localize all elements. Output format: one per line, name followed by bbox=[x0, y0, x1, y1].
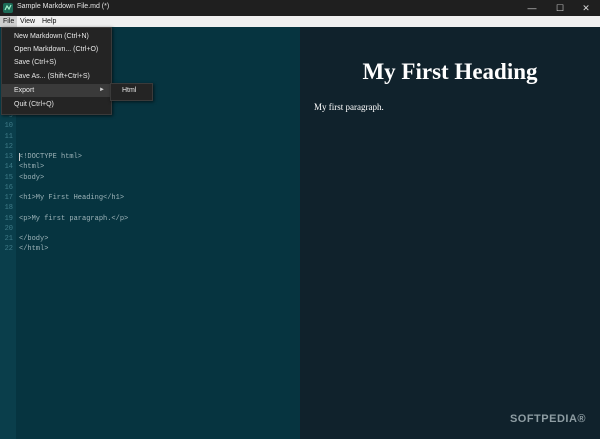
line-number: 20 bbox=[4, 224, 13, 233]
menu-item-export[interactable]: Export ► bbox=[2, 84, 111, 97]
menu-item-save-as[interactable]: Save As... (Shift+Ctrl+S) bbox=[2, 70, 111, 83]
preview-heading: My First Heading bbox=[362, 59, 538, 84]
export-submenu: Html bbox=[110, 83, 153, 101]
line-number: 16 bbox=[4, 183, 13, 192]
code-line: <p>My first paragraph.</p> bbox=[19, 214, 129, 223]
line-number: 11 bbox=[4, 132, 13, 141]
line-number: 21 bbox=[4, 235, 13, 243]
window-title: Sample Markdown File.md (*) bbox=[17, 3, 110, 10]
submenu-arrow-icon: ► bbox=[99, 87, 105, 93]
menu-item-label: New Markdown (Ctrl+N) bbox=[14, 33, 89, 40]
line-number: 17 bbox=[4, 194, 13, 202]
code-line: <h1>My First Heading</h1> bbox=[19, 194, 125, 202]
menu-item-label: Save (Ctrl+S) bbox=[14, 59, 57, 66]
menu-item-quit[interactable]: Quit (Ctrl+Q) bbox=[2, 98, 111, 111]
menu-item-label: Export bbox=[14, 87, 35, 94]
line-number: 14 bbox=[4, 163, 13, 172]
maximize-button[interactable]: ☐ bbox=[546, 0, 574, 16]
menu-bar: File View Help bbox=[0, 16, 600, 27]
preview-paragraph: My first paragraph. bbox=[314, 102, 384, 112]
menu-item-export-html[interactable]: Html bbox=[122, 87, 136, 94]
code-line: </body> bbox=[19, 235, 49, 243]
line-number: 12 bbox=[4, 142, 13, 151]
menu-file[interactable]: File bbox=[0, 16, 18, 27]
minimize-button[interactable]: — bbox=[518, 0, 546, 16]
line-number: 15 bbox=[4, 173, 13, 182]
menu-item-label: Open Markdown... (Ctrl+O) bbox=[14, 46, 99, 53]
code-line: <!DOCTYPE html> bbox=[19, 153, 83, 161]
menu-view[interactable]: View bbox=[17, 16, 38, 27]
watermark: SOFTPEDIA® bbox=[509, 413, 586, 425]
line-number: 10 bbox=[4, 122, 13, 131]
line-number: 18 bbox=[4, 204, 13, 213]
close-button[interactable]: ✕ bbox=[572, 0, 600, 16]
menu-item-label: Quit (Ctrl+Q) bbox=[14, 101, 54, 108]
code-line: <html> bbox=[19, 163, 45, 172]
app-icon bbox=[3, 3, 13, 13]
menu-item-save[interactable]: Save (Ctrl+S) bbox=[2, 56, 111, 69]
menu-item-new-markdown[interactable]: New Markdown (Ctrl+N) bbox=[2, 30, 111, 43]
line-number: 19 bbox=[4, 214, 13, 223]
code-line: <body> bbox=[19, 173, 45, 182]
file-menu-dropdown: New Markdown (Ctrl+N) Open Markdown... (… bbox=[1, 27, 112, 115]
text-cursor bbox=[19, 153, 20, 161]
line-number: 13 bbox=[4, 153, 13, 161]
code-line: </html> bbox=[19, 245, 49, 254]
menu-help[interactable]: Help bbox=[39, 16, 59, 27]
menu-item-open-markdown[interactable]: Open Markdown... (Ctrl+O) bbox=[2, 43, 111, 56]
line-number: 22 bbox=[4, 245, 13, 254]
menu-item-label: Save As... (Shift+Ctrl+S) bbox=[14, 73, 90, 80]
html-preview: My First Heading My first paragraph. SOF… bbox=[300, 27, 600, 439]
title-bar: Sample Markdown File.md (*) — ☐ ✕ bbox=[0, 0, 600, 16]
